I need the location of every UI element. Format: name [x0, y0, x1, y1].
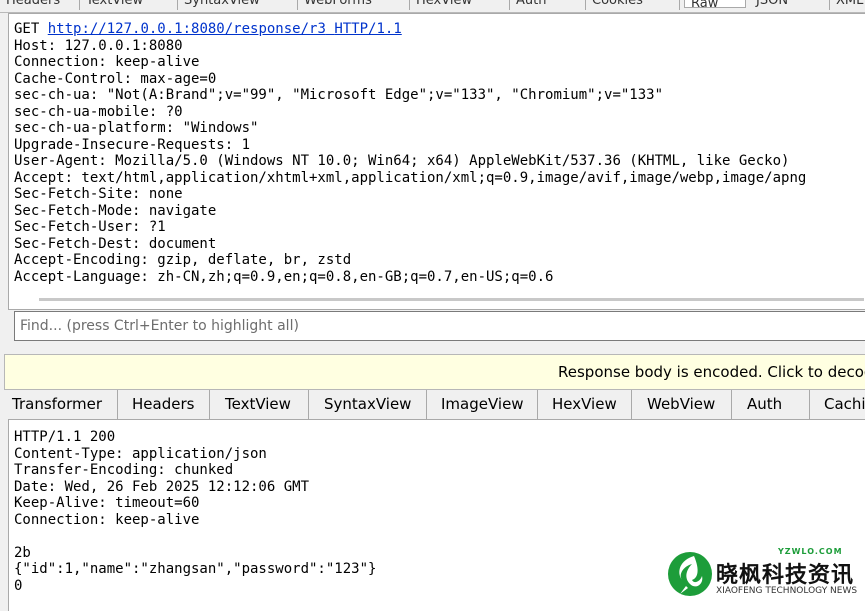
tab-label: Raw [691, 0, 719, 11]
response-line: Content-Type: application/json [14, 445, 267, 462]
watermark-name-cn: 晓枫科技资讯 [716, 562, 855, 588]
tab-caching[interactable]: Caching [810, 390, 865, 419]
tab-label: WebForms [304, 0, 372, 8]
tab-imageview[interactable]: ImageView [427, 390, 538, 419]
watermark-name-en: XIAOFENG TECHNOLOGY NEWS [716, 586, 858, 596]
tab-json[interactable]: JSON [750, 0, 830, 10]
request-url: http://127.0.0.1:8080/response/r3 [47, 21, 326, 37]
tab-syntaxview[interactable]: SyntaxView [309, 390, 427, 419]
request-headers: Host: 127.0.0.1:8080 Connection: keep-al… [14, 38, 806, 285]
response-line: {"id":1,"name":"zhangsan","password":"12… [14, 561, 377, 577]
tab-headers[interactable]: Headers [0, 0, 80, 10]
find-input[interactable] [15, 312, 865, 340]
tab-headers[interactable]: Headers [118, 390, 210, 419]
response-line: Date: Wed, 26 Feb 2025 12:12:06 GMT [14, 478, 310, 495]
tab-auth[interactable]: Auth [732, 390, 810, 419]
request-header-line: Sec-Fetch-Site: none [14, 186, 183, 202]
decode-notice-text: Response body is encoded. Click to decod… [558, 363, 865, 381]
tab-label: JSON [756, 0, 789, 8]
request-url-link[interactable]: http://127.0.0.1:8080/response/r3 HTTP/1… [48, 21, 402, 37]
request-header-line: User-Agent: Mozilla/5.0 (Windows NT 10.0… [14, 153, 790, 169]
request-header-line: Sec-Fetch-User: ?1 [14, 219, 166, 235]
find-bar [14, 311, 865, 341]
tab-label: SyntaxView [324, 395, 412, 413]
tab-label: HexView [552, 395, 617, 413]
response-line: Keep-Alive: timeout=60 [14, 495, 200, 511]
tab-label: HexView [416, 0, 473, 8]
request-line: GET http://127.0.0.1:8080/response/r3 HT… [14, 21, 402, 37]
watermark: YZWLO.COM 晓枫科技资讯 XIAOFENG TECHNOLOGY NEW… [660, 544, 860, 606]
tab-raw[interactable]: Raw [684, 0, 746, 11]
request-header-line: sec-ch-ua-mobile: ?0 [14, 103, 183, 120]
response-line: 2b [14, 544, 31, 561]
tab-label: SyntaxView [184, 0, 260, 8]
request-header-line: Connection: keep-alive [14, 54, 200, 70]
tab-label: Auth [747, 395, 783, 413]
tab-xml[interactable]: XML [830, 0, 865, 10]
tab-label: Cookies [592, 0, 643, 8]
tab-textview[interactable]: TextView [210, 390, 309, 419]
request-header-line: Accept-Encoding: gzip, deflate, br, zstd [14, 252, 352, 268]
response-inspector-tabs: Transformer Headers TextView SyntaxView … [0, 390, 865, 419]
tab-label: Headers [132, 395, 195, 413]
tab-hexview[interactable]: HexView [410, 0, 510, 10]
request-header-line: Sec-Fetch-Dest: document [14, 235, 217, 252]
tab-webforms[interactable]: WebForms [298, 0, 410, 10]
request-header-line: Sec-Fetch-Mode: navigate [14, 202, 217, 219]
request-header-line: Upgrade-Insecure-Requests: 1 [14, 136, 251, 153]
response-line: HTTP/1.1 200 [14, 429, 116, 445]
tab-label: TextView [86, 0, 144, 8]
tab-label: XML [836, 0, 864, 8]
tab-label: Headers [6, 0, 61, 8]
tab-webview[interactable]: WebView [632, 390, 732, 419]
pane-splitter[interactable] [0, 343, 865, 353]
tab-label: Caching [824, 395, 865, 413]
tab-label: Auth [516, 0, 547, 8]
tab-hexview[interactable]: HexView [538, 390, 632, 419]
request-header-line: sec-ch-ua-platform: "Windows" [14, 120, 259, 136]
tab-label: WebView [647, 395, 716, 413]
request-method: GET [14, 21, 40, 37]
request-protocol: HTTP/1.1 [334, 21, 402, 37]
request-header-line: sec-ch-ua: "Not(A:Brand";v="99", "Micros… [14, 87, 664, 103]
tab-cookies[interactable]: Cookies [586, 0, 680, 10]
decode-notice-bar[interactable]: Response body is encoded. Click to decod… [4, 354, 865, 390]
request-header-line: Accept: text/html,application/xhtml+xml,… [14, 169, 807, 186]
tab-transformer[interactable]: Transformer [0, 390, 118, 419]
response-text: HTTP/1.1 200 Content-Type: application/j… [14, 429, 376, 594]
tab-syntaxview[interactable]: SyntaxView [178, 0, 298, 10]
request-header-line: Cache-Control: max-age=0 [14, 70, 217, 87]
tab-label: ImageView [441, 395, 524, 413]
xiaofeng-logo-icon [668, 552, 712, 596]
tab-auth[interactable]: Auth [510, 0, 586, 10]
request-inspector-tabs: Headers TextView SyntaxView WebForms Hex… [0, 0, 865, 13]
request-header-line: Accept-Language: zh-CN,zh;q=0.9,en;q=0.8… [14, 268, 554, 285]
response-line: Connection: keep-alive [14, 511, 200, 528]
tab-label: Transformer [12, 395, 103, 413]
horizontal-scrollbar[interactable] [39, 298, 864, 301]
request-header-line: Host: 127.0.0.1:8080 [14, 37, 183, 54]
response-line: 0 [14, 577, 23, 594]
watermark-url: YZWLO.COM [778, 547, 843, 556]
tab-label: TextView [225, 395, 291, 413]
tab-textview[interactable]: TextView [80, 0, 178, 10]
request-text: GET http://127.0.0.1:8080/response/r3 HT… [14, 21, 806, 285]
request-raw-pane[interactable]: GET http://127.0.0.1:8080/response/r3 HT… [8, 13, 865, 310]
response-line: Transfer-Encoding: chunked [14, 462, 234, 478]
